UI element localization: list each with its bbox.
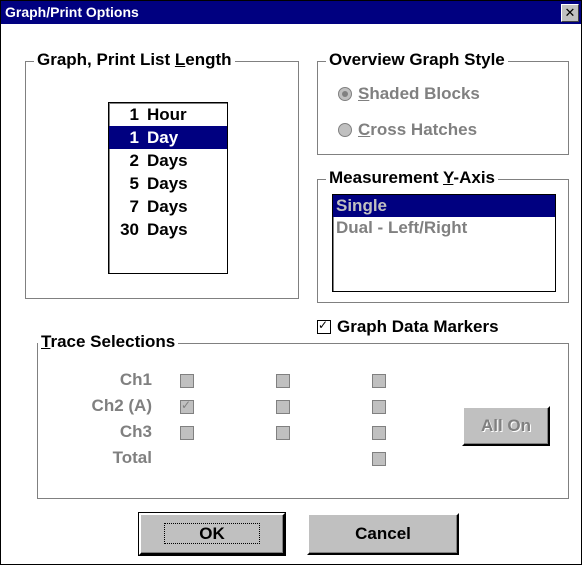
y-axis-group: Measurement Y-Axis Single Dual - Left/Ri… [317, 168, 569, 303]
list-item-30-days[interactable]: 30 Days [109, 218, 227, 241]
graph-data-markers-label: Graph Data Markers [337, 317, 499, 336]
ch2-trace1-checkbox[interactable] [180, 398, 194, 414]
close-button[interactable]: ✕ [561, 4, 579, 22]
channel-label-ch1: Ch1 [119, 370, 152, 389]
list-item-7-days[interactable]: 7 Days [109, 195, 227, 218]
ch3-trace1-checkbox[interactable] [180, 426, 194, 440]
list-length-group: Graph, Print List Length 1 Hour 1 Day 2 Day… [25, 50, 299, 299]
overview-style-group: Overview Graph Style Shaded Blocks Cross… [317, 50, 569, 155]
y-axis-label: Measurement Y-Axis [326, 168, 498, 188]
ch1-trace2-checkbox[interactable] [276, 374, 290, 388]
all-on-button[interactable]: All On [462, 406, 550, 446]
y-axis-item-dual[interactable]: Dual - Left/Right [333, 217, 555, 239]
list-item-5-days[interactable]: 5 Days [109, 172, 227, 195]
ok-button[interactable]: OK [138, 512, 286, 556]
radio-shaded-blocks[interactable]: Shaded Blocks [338, 84, 480, 104]
list-item-2-days[interactable]: 2 Days [109, 149, 227, 172]
channel-label-total: Total [112, 448, 152, 467]
y-axis-listbox[interactable]: Single Dual - Left/Right [332, 194, 556, 292]
list-length-listbox[interactable]: 1 Hour 1 Day 2 Days 5 Days 7 Days 30 Days [108, 102, 228, 274]
trace-selections-label: Trace Selections [38, 332, 179, 352]
checkbox-indicator [317, 318, 331, 334]
y-axis-item-single[interactable]: Single [333, 195, 555, 217]
trace-selections-group: Trace Selections Ch1 Ch2 (A) Ch3 Total A… [37, 332, 569, 499]
radio-cross-hatches[interactable]: Cross Hatches [338, 120, 477, 140]
ch1-trace3-checkbox[interactable] [372, 374, 386, 388]
ok-button-label: OK [164, 523, 260, 544]
dialog-title: Graph/Print Options [5, 4, 139, 20]
ch1-trace1-checkbox[interactable] [180, 374, 194, 388]
close-icon: ✕ [564, 5, 576, 20]
ch3-trace3-checkbox[interactable] [372, 426, 386, 440]
list-item-1-day[interactable]: 1 Day [109, 126, 227, 149]
list-item-1-hour[interactable]: 1 Hour [109, 103, 227, 126]
overview-style-label: Overview Graph Style [326, 50, 508, 70]
channel-label-ch2: Ch2 (A) [91, 396, 152, 415]
ch2-trace2-checkbox[interactable] [276, 400, 290, 414]
cancel-button[interactable]: Cancel [307, 513, 459, 555]
total-trace3-checkbox[interactable] [372, 452, 386, 466]
list-length-label: Graph, Print List Length [34, 50, 235, 70]
ch2-trace3-checkbox[interactable] [372, 400, 386, 414]
title-bar: Graph/Print Options ✕ [1, 1, 581, 24]
radio-indicator [338, 123, 352, 137]
graph-data-markers-checkbox[interactable]: Graph Data Markers [317, 317, 499, 337]
ch3-trace2-checkbox[interactable] [276, 426, 290, 440]
radio-indicator [338, 87, 352, 101]
radio-cross-hatches-label: Cross Hatches [358, 120, 478, 139]
channel-label-ch3: Ch3 [119, 422, 152, 441]
graph-print-options-dialog: Graph/Print Options ✕ Graph, Print List … [0, 0, 582, 565]
radio-shaded-blocks-label: Shaded Blocks [358, 84, 480, 103]
